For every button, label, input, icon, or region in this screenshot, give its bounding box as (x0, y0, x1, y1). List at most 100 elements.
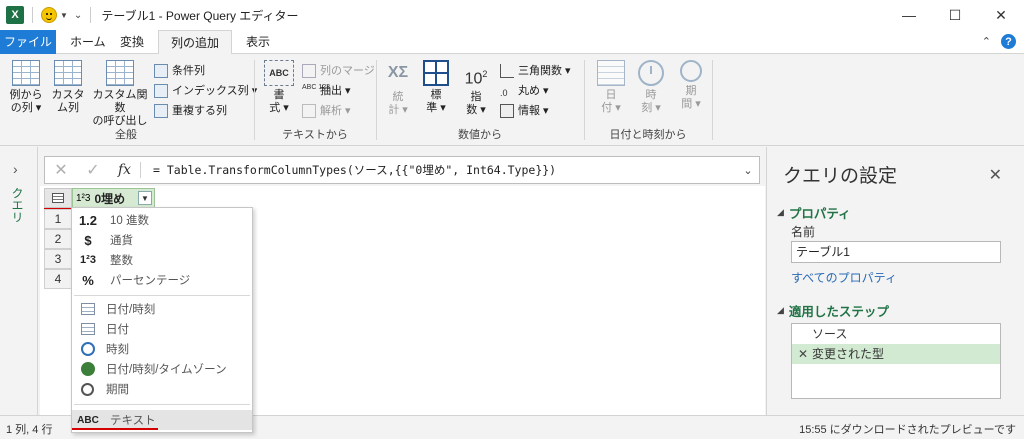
button-label: 期 (685, 85, 697, 97)
menu-item-date[interactable]: 日付 (72, 319, 252, 339)
cancel-formula-icon[interactable]: ✕ (45, 160, 77, 180)
tab-transform[interactable]: 変換 (108, 30, 156, 54)
menu-divider (74, 404, 250, 405)
menu-item-duration[interactable]: 期間 (72, 379, 252, 399)
help-icon[interactable]: ? (1001, 34, 1016, 49)
parse-icon (302, 104, 316, 118)
menu-item-text[interactable]: ABC テキスト (72, 410, 252, 430)
button-label: 間 ▾ (681, 98, 701, 110)
queries-pane-label[interactable]: クエリ (9, 187, 26, 223)
clock-icon (81, 342, 95, 356)
divider (584, 60, 585, 140)
rounding-button[interactable]: .0 丸め ▾ (500, 82, 549, 100)
button-label: 式 ▾ (269, 102, 289, 114)
tab-file[interactable]: ファイル (0, 30, 56, 54)
collapse-ribbon-icon[interactable]: ⌃ (982, 35, 991, 48)
tab-view[interactable]: 表示 (234, 30, 282, 54)
commit-formula-icon[interactable]: ✓ (77, 160, 109, 180)
menu-item-percentage[interactable]: % パーセンテージ (72, 270, 252, 290)
collapse-triangle-icon: ◢ (777, 305, 784, 315)
applied-steps-header[interactable]: ◢ 適用したステップ (777, 301, 889, 320)
date-button[interactable]: 日 付 ▾ (594, 60, 628, 115)
step-label: 変更された型 (812, 347, 885, 361)
divider (254, 60, 255, 140)
button-label: 三角関数 ▾ (518, 65, 571, 77)
button-label: 付 ▾ (601, 102, 621, 114)
whole-number-type-icon[interactable]: 1²3 (76, 193, 90, 204)
maximize-button[interactable]: ☐ (932, 0, 978, 30)
menu-item-whole-number[interactable]: 1²3 整数 (72, 250, 252, 270)
duplicate-column-button[interactable]: 重複する列 (154, 102, 227, 120)
time-button[interactable]: 時 刻 ▾ (634, 60, 668, 115)
column-from-examples-button[interactable]: 例から の列 ▾ (6, 60, 46, 115)
decimal-type-icon: 1.2 (78, 212, 98, 228)
button-label: 標 (430, 89, 442, 101)
row-number[interactable]: 4 (44, 269, 72, 289)
group-text: ABC 書 式 ▾ 列のマージ ABC 123 抽出 ▾ 解析 ▾ テキストから (256, 58, 375, 144)
expand-chevron-icon[interactable]: › (13, 161, 18, 177)
text-type-icon: ABC (77, 414, 99, 426)
quick-access-dropdown-icon[interactable]: ⌄ (74, 10, 82, 21)
close-pane-icon[interactable]: ✕ (989, 165, 1002, 185)
minimize-button[interactable]: — (886, 0, 932, 30)
all-properties-link[interactable]: すべてのプロパティ (791, 269, 897, 286)
conditional-column-button[interactable]: 条件列 (154, 62, 205, 80)
custom-column-button[interactable]: カスタ ム列 (50, 60, 86, 115)
properties-header[interactable]: ◢ プロパティ (777, 203, 851, 222)
tab-add-column[interactable]: 列の追加 (158, 30, 233, 55)
close-window-button[interactable]: ✕ (978, 0, 1024, 30)
filter-dropdown-icon[interactable]: ▼ (138, 191, 152, 205)
percentage-type-icon: % (82, 272, 94, 288)
format-button[interactable]: ABC 書 式 ▾ (260, 60, 298, 115)
menu-item-datetime[interactable]: 日付/時刻 (72, 299, 252, 319)
statistics-button[interactable]: XΣ 統 計 ▾ (382, 60, 414, 117)
information-button[interactable]: 情報 ▾ (500, 102, 549, 120)
window-title: テーブル1 - Power Query エディター (101, 8, 299, 23)
menu-item-time[interactable]: 時刻 (72, 339, 252, 359)
menu-item-decimal[interactable]: 1.2 10 進数 (72, 210, 252, 230)
smiley-feedback-icon[interactable] (41, 7, 57, 23)
menu-item-label: 整数 (110, 255, 133, 267)
formula-input[interactable]: = Table.TransformColumnTypes(ソース,{{"0埋め"… (153, 162, 737, 178)
collapse-triangle-icon: ◢ (777, 207, 784, 217)
group-datetime: 日 付 ▾ 時 刻 ▾ 期 間 ▾ 日付と時刻から (586, 58, 710, 144)
row-number[interactable]: 1 (44, 209, 72, 229)
fx-icon[interactable]: fx (109, 162, 141, 178)
trigonometry-button[interactable]: 三角関数 ▾ (500, 62, 571, 80)
section-label: プロパティ (788, 207, 851, 221)
row-number[interactable]: 2 (44, 229, 72, 249)
menu-item-label: 通貨 (110, 235, 133, 247)
calendar-icon (81, 323, 95, 335)
button-label: 準 ▾ (426, 102, 446, 114)
query-name-field[interactable]: テーブル1 (791, 241, 1001, 263)
information-icon (500, 104, 514, 118)
parse-button[interactable]: 解析 ▾ (302, 102, 351, 120)
menu-item-datetimezone[interactable]: 日付/時刻/タイムゾーン (72, 359, 252, 379)
merge-columns-button[interactable]: 列のマージ (302, 62, 375, 80)
ribbon-tabs: ファイル ホーム 変換 列の追加 表示 ⌃ ? (0, 30, 1024, 55)
expand-formula-icon[interactable]: ⌄ (737, 164, 759, 177)
queries-pane-collapsed[interactable]: › クエリ (0, 147, 38, 415)
extract-button[interactable]: ABC 123 抽出 ▾ (302, 82, 351, 100)
abc-format-icon: ABC (264, 60, 294, 86)
duration-button[interactable]: 期 間 ▾ (674, 60, 708, 111)
row-number[interactable]: 3 (44, 249, 72, 269)
title-bar: X ▼ ⌄ テーブル1 - Power Query エディター — ☐ ✕ (0, 0, 1024, 30)
step-source[interactable]: ソース (792, 324, 1000, 344)
scientific-button[interactable]: 102 指 数 ▾ (460, 60, 492, 117)
index-column-button[interactable]: インデックス列 ▾ (154, 82, 257, 100)
feedback-dropdown-icon[interactable]: ▼ (60, 11, 68, 20)
whole-number-type-icon: 1²3 (80, 254, 96, 266)
delete-step-icon[interactable]: ✕ (798, 344, 808, 364)
standard-button[interactable]: 標 準 ▾ (420, 60, 452, 115)
table-menu-button[interactable] (44, 188, 72, 208)
calendar-icon (597, 60, 625, 86)
menu-item-label: 日付 (106, 324, 129, 336)
clock-icon (638, 60, 664, 86)
invoke-custom-function-button[interactable]: カスタム関数 の呼び出し (88, 60, 152, 128)
menu-item-label: 日付/時刻 (106, 304, 156, 316)
column-header[interactable]: 1²3 0埋め ▼ (72, 188, 155, 208)
query-settings-pane: クエリの設定 ✕ ◢ プロパティ 名前 テーブル1 すべてのプロパティ ◢ 適用… (766, 147, 1024, 415)
menu-item-currency[interactable]: $ 通貨 (72, 230, 252, 250)
step-changed-type[interactable]: ✕ 変更された型 (792, 344, 1000, 364)
